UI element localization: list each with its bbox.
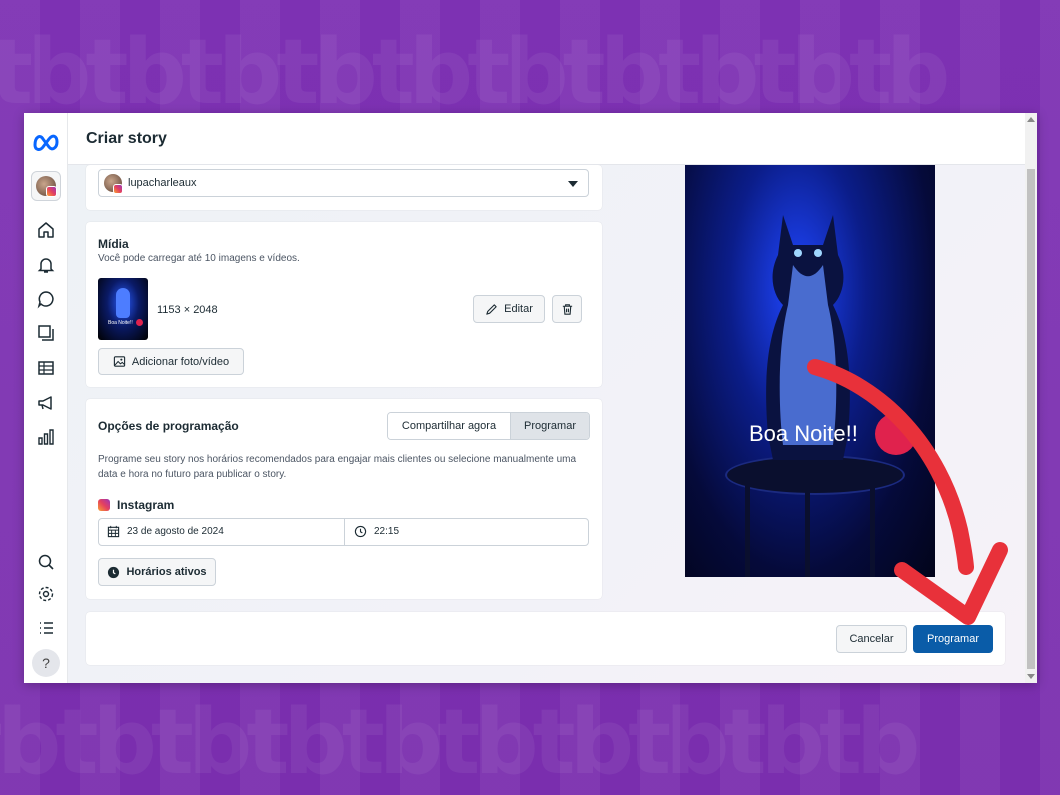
delete-button[interactable] (552, 295, 582, 323)
datetime-picker: 23 de agosto de 2024 22:15 (98, 518, 589, 546)
pages-icon[interactable] (36, 323, 56, 343)
scrollbar-thumb[interactable] (1027, 169, 1035, 669)
create-story-window: ? Criar story lupacharleaux Mídia Você p… (24, 113, 1037, 683)
clock-icon (354, 525, 367, 538)
vertical-scrollbar[interactable] (1025, 113, 1037, 683)
scroll-down-arrow-icon[interactable] (1027, 674, 1035, 679)
schedule-mode-toggle: Compartilhar agora Programar (387, 412, 590, 440)
bell-icon[interactable] (36, 255, 56, 275)
table-icon[interactable] (36, 358, 56, 378)
edit-button-label: Editar (504, 303, 533, 315)
scheduling-title: Opções de programação (98, 419, 239, 433)
clock-filled-icon (108, 566, 120, 578)
platform-row: Instagram (98, 498, 174, 512)
time-field[interactable]: 22:15 (354, 525, 399, 538)
pencil-icon (486, 303, 497, 315)
help-icon[interactable]: ? (32, 649, 60, 677)
heart-icon (136, 319, 143, 326)
account-select[interactable]: lupacharleaux (98, 169, 589, 197)
sidebar: ? (24, 113, 68, 683)
search-icon[interactable] (36, 552, 56, 572)
platform-label: Instagram (117, 498, 175, 512)
trash-icon (562, 303, 572, 315)
media-thumbnail[interactable]: Boa Noite!! (98, 278, 148, 340)
tab-schedule[interactable]: Programar (511, 413, 589, 439)
edit-button[interactable]: Editar (473, 295, 545, 323)
date-field[interactable]: 23 de agosto de 2024 (107, 525, 224, 538)
preview-stool-leg (870, 485, 875, 577)
scheduling-description: Programe seu story nos horários recomend… (98, 454, 577, 480)
meta-logo[interactable] (32, 131, 60, 151)
preview-stool-leg (805, 485, 810, 577)
time-value: 22:15 (374, 526, 400, 537)
instagram-icon (46, 186, 57, 197)
date-value: 23 de agosto de 2024 (127, 526, 224, 537)
photo-icon (113, 356, 126, 367)
active-hours-label: Horários ativos (126, 566, 207, 578)
footer-bar: Cancelar Programar (86, 612, 1005, 665)
active-hours-button[interactable]: Horários ativos (98, 558, 216, 586)
thumbnail-cat (116, 288, 130, 318)
gear-icon[interactable] (36, 584, 56, 604)
calendar-icon (107, 525, 120, 538)
heart-sticker-icon (875, 413, 917, 455)
megaphone-icon[interactable] (36, 393, 56, 413)
cancel-button[interactable]: Cancelar (836, 625, 907, 653)
scheduling-card: Opções de programação Compartilhar agora… (86, 399, 602, 599)
story-preview: Boa Noite!! (685, 165, 935, 577)
thumbnail-caption: Boa Noite!! (108, 320, 133, 326)
media-dimensions: 1153 × 2048 (157, 304, 218, 316)
instagram-icon (98, 499, 110, 511)
menu-icon[interactable] (36, 618, 56, 638)
page-title: Criar story (86, 130, 167, 147)
chat-icon[interactable] (36, 289, 56, 309)
datetime-divider (344, 519, 345, 545)
media-title: Mídia (98, 237, 129, 251)
main-content: lupacharleaux Mídia Você pode carregar a… (68, 165, 1025, 683)
media-subtitle: Você pode carregar até 10 imagens e víde… (98, 253, 300, 264)
tab-share-now[interactable]: Compartilhar agora (388, 413, 511, 439)
preview-caption: Boa Noite!! (749, 421, 858, 446)
chevron-down-icon (568, 181, 578, 187)
home-icon[interactable] (36, 220, 56, 240)
account-name: lupacharleaux (128, 177, 197, 189)
scroll-up-arrow-icon[interactable] (1027, 117, 1035, 122)
add-media-label: Adicionar foto/vídeo (131, 355, 230, 368)
account-avatar[interactable] (31, 171, 61, 201)
bar-chart-icon[interactable] (36, 427, 56, 447)
preview-stool-leg (745, 485, 750, 577)
account-card: lupacharleaux (86, 165, 602, 210)
header: Criar story (68, 113, 1025, 165)
instagram-icon (113, 184, 123, 194)
media-card: Mídia Você pode carregar até 10 imagens … (86, 222, 602, 387)
schedule-button[interactable]: Programar (913, 625, 993, 653)
add-media-button[interactable]: Adicionar foto/vídeo (98, 348, 244, 375)
